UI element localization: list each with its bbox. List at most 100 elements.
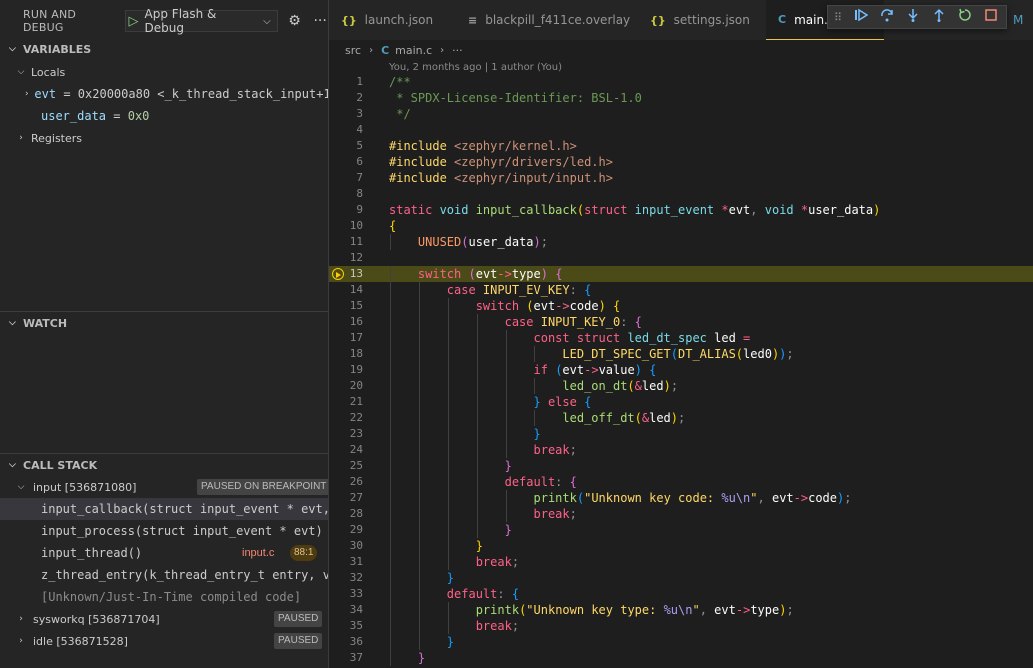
code-token: led0 — [743, 347, 772, 361]
code-line[interactable]: 26 default: { — [329, 474, 1033, 490]
thread-sysworkq[interactable]: › sysworkq [536871704] PAUSED — [0, 608, 329, 630]
gear-icon[interactable]: ⚙ — [286, 13, 304, 29]
indent-guide — [390, 282, 391, 298]
code-line[interactable]: 25 } — [329, 458, 1033, 474]
line-number: 35 — [349, 619, 363, 632]
stack-frame[interactable]: [Unknown/Just-In-Time compiled code] — [0, 586, 329, 608]
code-line[interactable]: 29 } — [329, 522, 1033, 538]
variables-section-header[interactable]: ⌵ VARIABLES — [0, 38, 329, 60]
code-token: switch — [475, 299, 527, 313]
stack-frame[interactable]: input_thread() input.c 88:1 — [0, 542, 329, 564]
variable-evt[interactable]: › evt = 0x20000a80 <_k_thread_stack_inpu… — [0, 83, 329, 105]
code-line[interactable]: 19 if (evt->value) { — [329, 362, 1033, 378]
line-number: 14 — [349, 283, 363, 296]
step-over-icon[interactable] — [874, 8, 900, 26]
code-line[interactable]: 18 LED_DT_SPEC_GET(DT_ALIAS(led0)); — [329, 346, 1033, 362]
code-line[interactable]: 6 #include <zephyr/drivers/led.h> — [329, 154, 1033, 170]
tab-launch-json[interactable]: {} launch.json — [329, 0, 451, 40]
chevron-right-icon: › — [24, 89, 30, 99]
code-token: case — [504, 315, 541, 329]
breadcrumb-file[interactable]: main.c — [395, 44, 432, 57]
code-line[interactable]: 20 led_on_dt(&led); — [329, 378, 1033, 394]
code-line[interactable]: 30 } — [329, 538, 1033, 554]
tab-overlay[interactable]: ≡ blackpill_f411ce.overlay — [456, 0, 630, 40]
code-token: { — [634, 315, 642, 329]
stack-frame-label: z_thread_entry(k_thread_entry_t entry, v… — [41, 568, 329, 582]
code-line[interactable]: 33 default: { — [329, 586, 1033, 602]
code-line[interactable]: 9 static void input_callback(struct input… — [329, 202, 1033, 218]
code-line[interactable]: 22 led_off_dt(&led); — [329, 410, 1033, 426]
code-line[interactable]: 36 } — [329, 634, 1033, 650]
code-line[interactable]: 24 break; — [329, 442, 1033, 458]
code-line[interactable]: 4 — [329, 122, 1033, 138]
locals-scope[interactable]: ⌵ Locals — [0, 61, 329, 83]
indent-guide — [390, 378, 391, 394]
code-line[interactable]: 3 */ — [329, 106, 1033, 122]
code-line[interactable]: 11 UNUSED(user_data); — [329, 234, 1033, 250]
code-token: led — [649, 411, 671, 425]
code-line[interactable]: 37 } — [329, 650, 1033, 666]
drag-handle-icon[interactable]: ⠿ — [834, 11, 848, 24]
code-token: , — [699, 603, 715, 617]
code-line[interactable]: 17 const struct led_dt_spec led = — [329, 330, 1033, 346]
code-token: <zephyr/kernel.h> — [454, 139, 577, 153]
code-line[interactable]: 31 break; — [329, 554, 1033, 570]
line-number: 16 — [349, 315, 363, 328]
stack-frame[interactable]: z_thread_entry(k_thread_entry_t entry, v… — [0, 564, 329, 586]
code-line[interactable]: 5 #include <zephyr/kernel.h> — [329, 138, 1033, 154]
code-token: value — [598, 363, 635, 377]
code-line[interactable]: 27 printk("Unknown key code: %u\n", evt-… — [329, 490, 1033, 506]
restart-icon[interactable] — [952, 8, 978, 26]
c-file-icon: C — [381, 43, 390, 57]
code-line[interactable]: 14 case INPUT_EV_KEY: { — [329, 282, 1033, 298]
code-line[interactable]: 2 * SPDX-License-Identifier: BSL-1.0 — [329, 90, 1033, 106]
registers-scope[interactable]: › Registers — [0, 127, 329, 149]
indent-guide — [476, 506, 478, 522]
code-line[interactable]: 21 } else { — [329, 394, 1033, 410]
code-line[interactable]: 12 — [329, 250, 1033, 266]
indent-guide — [390, 234, 391, 250]
tab-overflow[interactable]: M — [1005, 0, 1033, 40]
breadcrumb-more[interactable]: ··· — [452, 44, 463, 57]
indent-guide — [505, 330, 507, 346]
code-line[interactable]: 15 switch (evt->code) { — [329, 298, 1033, 314]
code-token: = — [743, 331, 751, 345]
more-actions-icon[interactable]: ··· — [311, 13, 329, 29]
stack-frame[interactable]: input_process(struct input_event * evt) — [0, 520, 329, 542]
breadcrumb-folder[interactable]: src — [345, 44, 361, 57]
thread-idle[interactable]: › idle [536871528] PAUSED — [0, 630, 329, 652]
thread-input[interactable]: ⌵ input [536871080] PAUSED ON BREAKPOINT — [0, 476, 329, 498]
watch-section-header[interactable]: ⌵ WATCH — [0, 312, 329, 334]
tab-settings-json[interactable]: {} settings.json — [638, 0, 768, 40]
stop-icon[interactable] — [978, 8, 1004, 26]
code-line[interactable]: 23 } — [329, 426, 1033, 442]
code-line[interactable]: 8 — [329, 186, 1033, 202]
stack-frame[interactable]: input_callback(struct input_event * evt,… — [0, 498, 329, 520]
indent-guide — [418, 442, 420, 458]
step-into-icon[interactable] — [900, 8, 926, 26]
code-line[interactable]: 1 /** — [329, 74, 1033, 90]
code-line[interactable]: 34 printk("Unknown key type: %u\n", evt-… — [329, 602, 1033, 618]
code-line[interactable]: 16 case INPUT_KEY_0: { — [329, 314, 1033, 330]
code-line[interactable]: 13 switch (evt->type) { — [329, 266, 1033, 282]
indent-guide — [390, 650, 391, 666]
step-out-icon[interactable] — [926, 8, 952, 26]
code-line[interactable]: 32 } — [329, 570, 1033, 586]
code-token: ( — [526, 299, 534, 313]
launch-config-select[interactable]: ▷ App Flash & Debug ⌵ — [124, 7, 278, 35]
code-token: #include — [389, 155, 455, 169]
line-number: 6 — [356, 155, 363, 168]
code-line[interactable]: 28 break; — [329, 506, 1033, 522]
code-line[interactable]: 35 break; — [329, 618, 1033, 634]
indent-guide — [505, 362, 507, 378]
code-line[interactable]: 10 { — [329, 218, 1033, 234]
variable-user-data[interactable]: user_data = 0x0 — [0, 105, 329, 127]
code-line[interactable]: 7 #include <zephyr/input/input.h> — [329, 170, 1033, 186]
continue-icon[interactable] — [848, 8, 874, 26]
callstack-section-header[interactable]: ⌵ CALL STACK — [0, 454, 329, 476]
code-token: { — [555, 267, 563, 281]
start-debugging-icon[interactable]: ▷ — [129, 14, 139, 29]
thread-label: sysworkq [536871704] — [33, 612, 160, 626]
